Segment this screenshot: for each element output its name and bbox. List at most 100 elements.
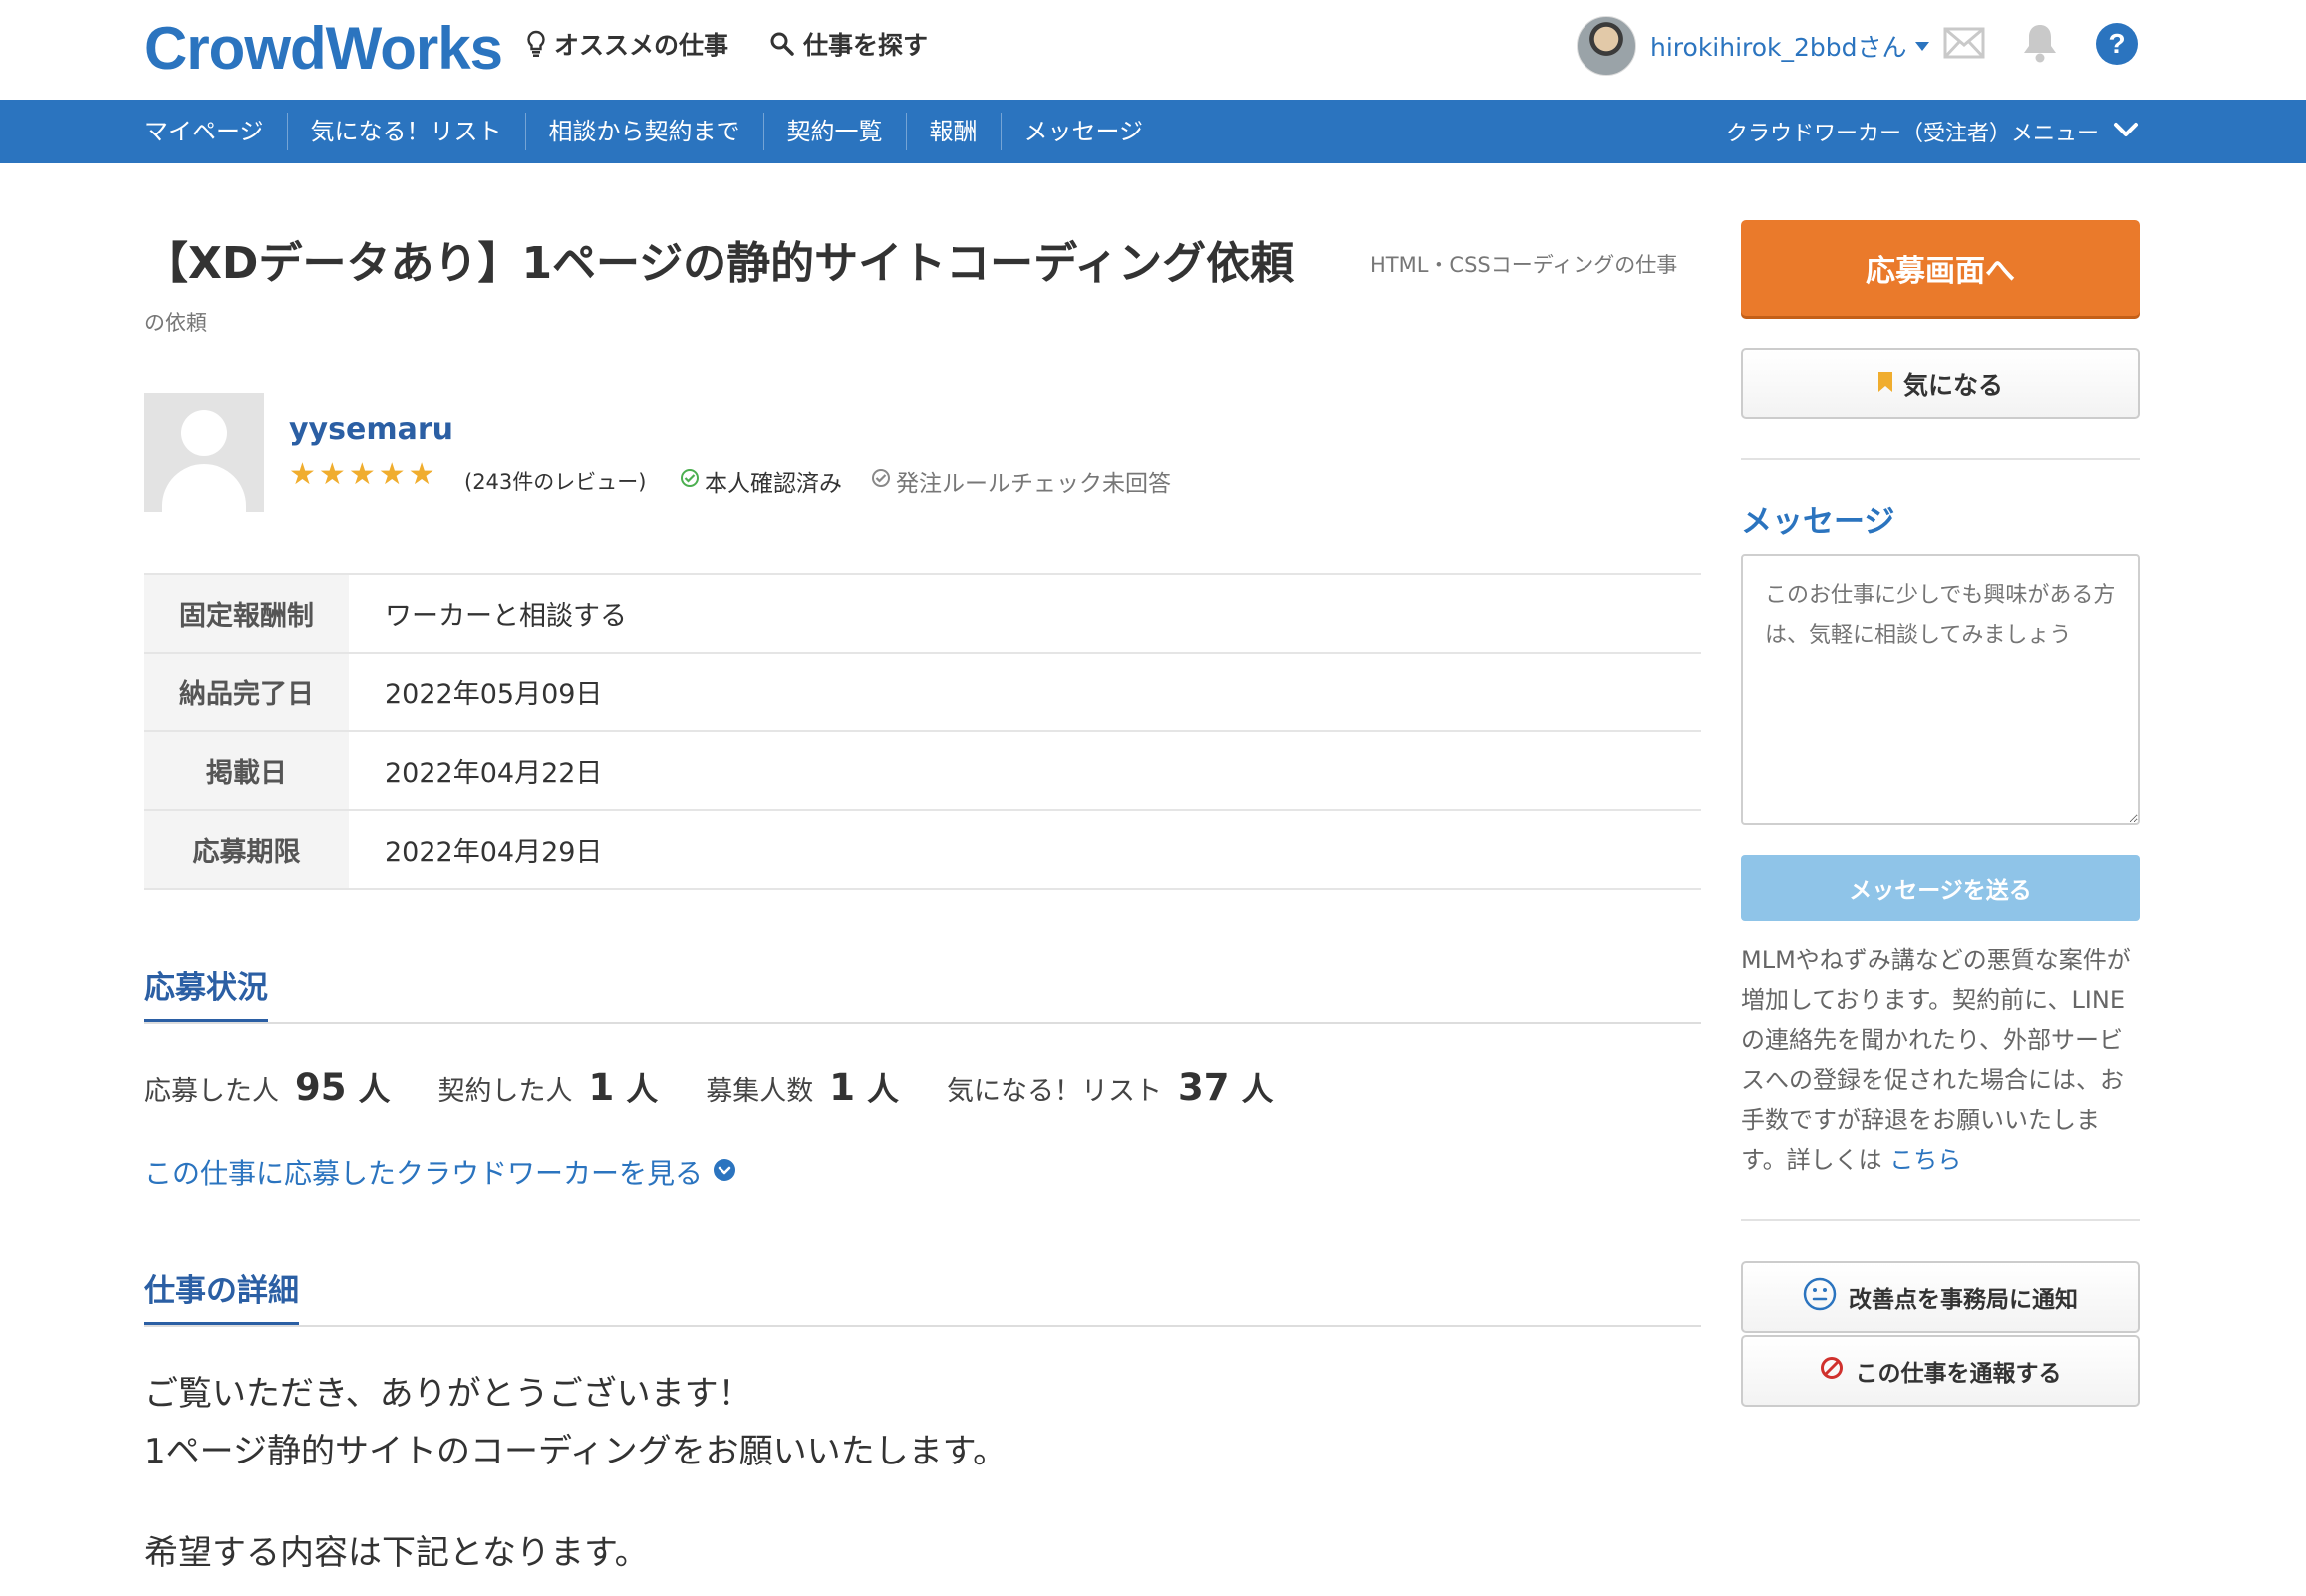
table-row: 納品完了日 2022年05月09日: [144, 652, 1701, 732]
info-label: 掲載日: [144, 730, 349, 811]
prohibited-icon: [1820, 1356, 1844, 1386]
sidebar-divider: [1741, 458, 2140, 460]
search-icon: [769, 31, 795, 57]
job-title: 【XDデータあり】1ページの静的サイトコーディング依頼: [144, 238, 1295, 289]
crowdworks-logo[interactable]: CrowdWorks: [144, 14, 503, 83]
report-improvement-label: 改善点を事務局に通知: [1849, 1287, 2078, 1313]
site-header: CrowdWorks オススメの仕事 仕事を探す hirokihirok_2bb…: [0, 0, 2306, 100]
stat-unit: 人: [626, 1070, 659, 1108]
send-message-button[interactable]: メッセージを送る: [1741, 855, 2140, 921]
stat-unit: 人: [358, 1070, 391, 1108]
info-label: 納品完了日: [144, 652, 349, 732]
mail-icon[interactable]: [1943, 26, 1985, 64]
stat-favorites: 気になる！リスト 37 人: [947, 1064, 1274, 1110]
description-line: 希望する内容は下記となります。: [144, 1533, 649, 1573]
rule-check-label: 発注ルールチェック未回答: [896, 471, 1171, 497]
sidebar-divider: [1741, 1219, 2140, 1221]
nav-item-mypage[interactable]: マイページ: [144, 113, 287, 150]
job-info-table: 固定報酬制 ワーカーと相談する 納品完了日 2022年05月09日 掲載日 20…: [144, 573, 1701, 890]
star-icon: ★: [289, 457, 316, 492]
client-avatar[interactable]: [144, 393, 264, 512]
table-row: 応募期限 2022年04月29日: [144, 809, 1701, 890]
stat-value: 95: [295, 1066, 347, 1109]
message-heading: メッセージ: [1741, 504, 1895, 540]
star-icon: ★: [378, 457, 406, 492]
message-input[interactable]: [1741, 554, 2140, 825]
stat-value: 1: [829, 1066, 856, 1109]
warning-details-link[interactable]: こちら: [1889, 1146, 1961, 1174]
description-line: 1ページ静的サイトのコーディングをお願いいたします。: [144, 1432, 1008, 1471]
nav-item-contracts[interactable]: 契約一覧: [762, 113, 906, 150]
star-icon: ★: [348, 457, 376, 492]
info-value: 2022年05月09日: [349, 652, 1701, 732]
stat-unit: 人: [867, 1070, 900, 1108]
chevron-down-icon: [2113, 120, 2139, 144]
recommended-jobs-label: オススメの仕事: [554, 31, 729, 60]
info-label: 応募期限: [144, 809, 349, 890]
rule-check-status[interactable]: 発注ルールチェック未回答: [871, 464, 1171, 498]
review-count-link[interactable]: (243件のレビュー): [464, 466, 646, 496]
view-applicants-label: この仕事に応募したクラウドワーカーを見る: [144, 1157, 704, 1190]
stat-label: 気になる！リスト: [947, 1076, 1163, 1107]
bell-icon[interactable]: [2021, 22, 2059, 68]
favorite-button[interactable]: 気になる: [1741, 348, 2140, 419]
avatar-body-shape: [162, 464, 246, 512]
svg-text:?: ?: [2108, 28, 2125, 59]
search-jobs-link[interactable]: 仕事を探す: [769, 26, 928, 62]
application-status-heading: 応募状況: [144, 962, 268, 1024]
recommended-jobs-link[interactable]: オススメの仕事: [526, 26, 728, 62]
favorite-label: 気になる: [1902, 371, 2003, 399]
info-value: ワーカーと相談する: [349, 573, 1701, 654]
username[interactable]: hirokihirok_2bbdさん: [1650, 28, 1907, 64]
stat-label: 応募した人: [144, 1076, 279, 1107]
job-description: ご覧いただき、ありがとうございます！ 1ページ静的サイトのコーディングをお願いい…: [144, 1365, 1007, 1582]
nav-item-consult-to-contract[interactable]: 相談から契約まで: [524, 113, 763, 150]
stat-value: 37: [1178, 1066, 1230, 1109]
user-menu[interactable]: hirokihirok_2bbdさん: [1577, 16, 1929, 76]
nav-item-rewards[interactable]: 報酬: [905, 113, 1001, 150]
info-label: 固定報酬制: [144, 573, 349, 654]
report-job-button[interactable]: この仕事を通報する: [1741, 1335, 2140, 1407]
main-nav-bar: マイページ 気になる！リスト 相談から契約まで 契約一覧 報酬 メッセージ クラ…: [0, 100, 2306, 163]
info-value: 2022年04月22日: [349, 730, 1701, 811]
warning-text: MLMやねずみ講などの悪質な案件が増加しております。契約前に、LINEの連絡先を…: [1741, 946, 2131, 1174]
stat-recruiting: 募集人数 1 人: [706, 1064, 899, 1110]
main-nav: マイページ 気になる！リスト 相談から契約まで 契約一覧 報酬 メッセージ: [144, 100, 1166, 163]
stat-value: 1: [588, 1066, 615, 1109]
check-circle-icon: [871, 468, 891, 494]
lightbulb-icon: [526, 30, 546, 58]
report-improvement-button[interactable]: 改善点を事務局に通知: [1741, 1261, 2140, 1333]
stat-applied: 応募した人 95 人: [144, 1064, 391, 1110]
nav-item-favorites[interactable]: 気になる！リスト: [286, 113, 525, 150]
info-value: 2022年04月29日: [349, 809, 1701, 890]
check-circle-icon: [680, 468, 700, 494]
stat-label: 契約した人: [437, 1076, 573, 1107]
apply-button[interactable]: 応募画面へ: [1741, 220, 2140, 316]
job-details-heading: 仕事の詳細: [144, 1265, 299, 1327]
identity-verified-label: 本人確認済み: [705, 471, 842, 497]
table-row: 掲載日 2022年04月22日: [144, 730, 1701, 811]
star-icon: ★: [318, 457, 346, 492]
worker-menu-toggle[interactable]: クラウドワーカー（受注者）メニュー: [1726, 100, 2139, 163]
client-name-link[interactable]: yysemaru: [289, 412, 453, 447]
star-icon: ★: [408, 457, 435, 492]
bookmark-icon: [1877, 370, 1893, 399]
job-category-link[interactable]: HTML・CSSコーディングの仕事: [1370, 249, 1677, 279]
search-jobs-label: 仕事を探す: [803, 31, 929, 60]
application-stats: 応募した人 95 人 契約した人 1 人 募集人数 1 人 気になる！リスト 3…: [144, 1064, 1321, 1110]
help-icon[interactable]: ?: [2095, 22, 2139, 70]
identity-verified-badge: 本人確認済み: [680, 464, 842, 498]
stat-unit: 人: [1241, 1070, 1274, 1108]
avatar-head-shape: [181, 410, 227, 456]
view-applicants-link[interactable]: この仕事に応募したクラウドワーカーを見る: [144, 1152, 736, 1192]
worker-menu-label: クラウドワーカー（受注者）メニュー: [1725, 122, 2099, 146]
section-divider: [144, 1325, 1701, 1327]
stat-label: 募集人数: [706, 1076, 814, 1107]
avatar[interactable]: [1577, 16, 1636, 76]
chevron-down-icon[interactable]: [1914, 41, 1929, 51]
chevron-down-circle-icon: [713, 1156, 736, 1189]
neutral-face-icon: [1803, 1277, 1837, 1317]
report-job-label: この仕事を通報する: [1855, 1361, 2062, 1387]
nav-item-messages[interactable]: メッセージ: [1000, 113, 1167, 150]
